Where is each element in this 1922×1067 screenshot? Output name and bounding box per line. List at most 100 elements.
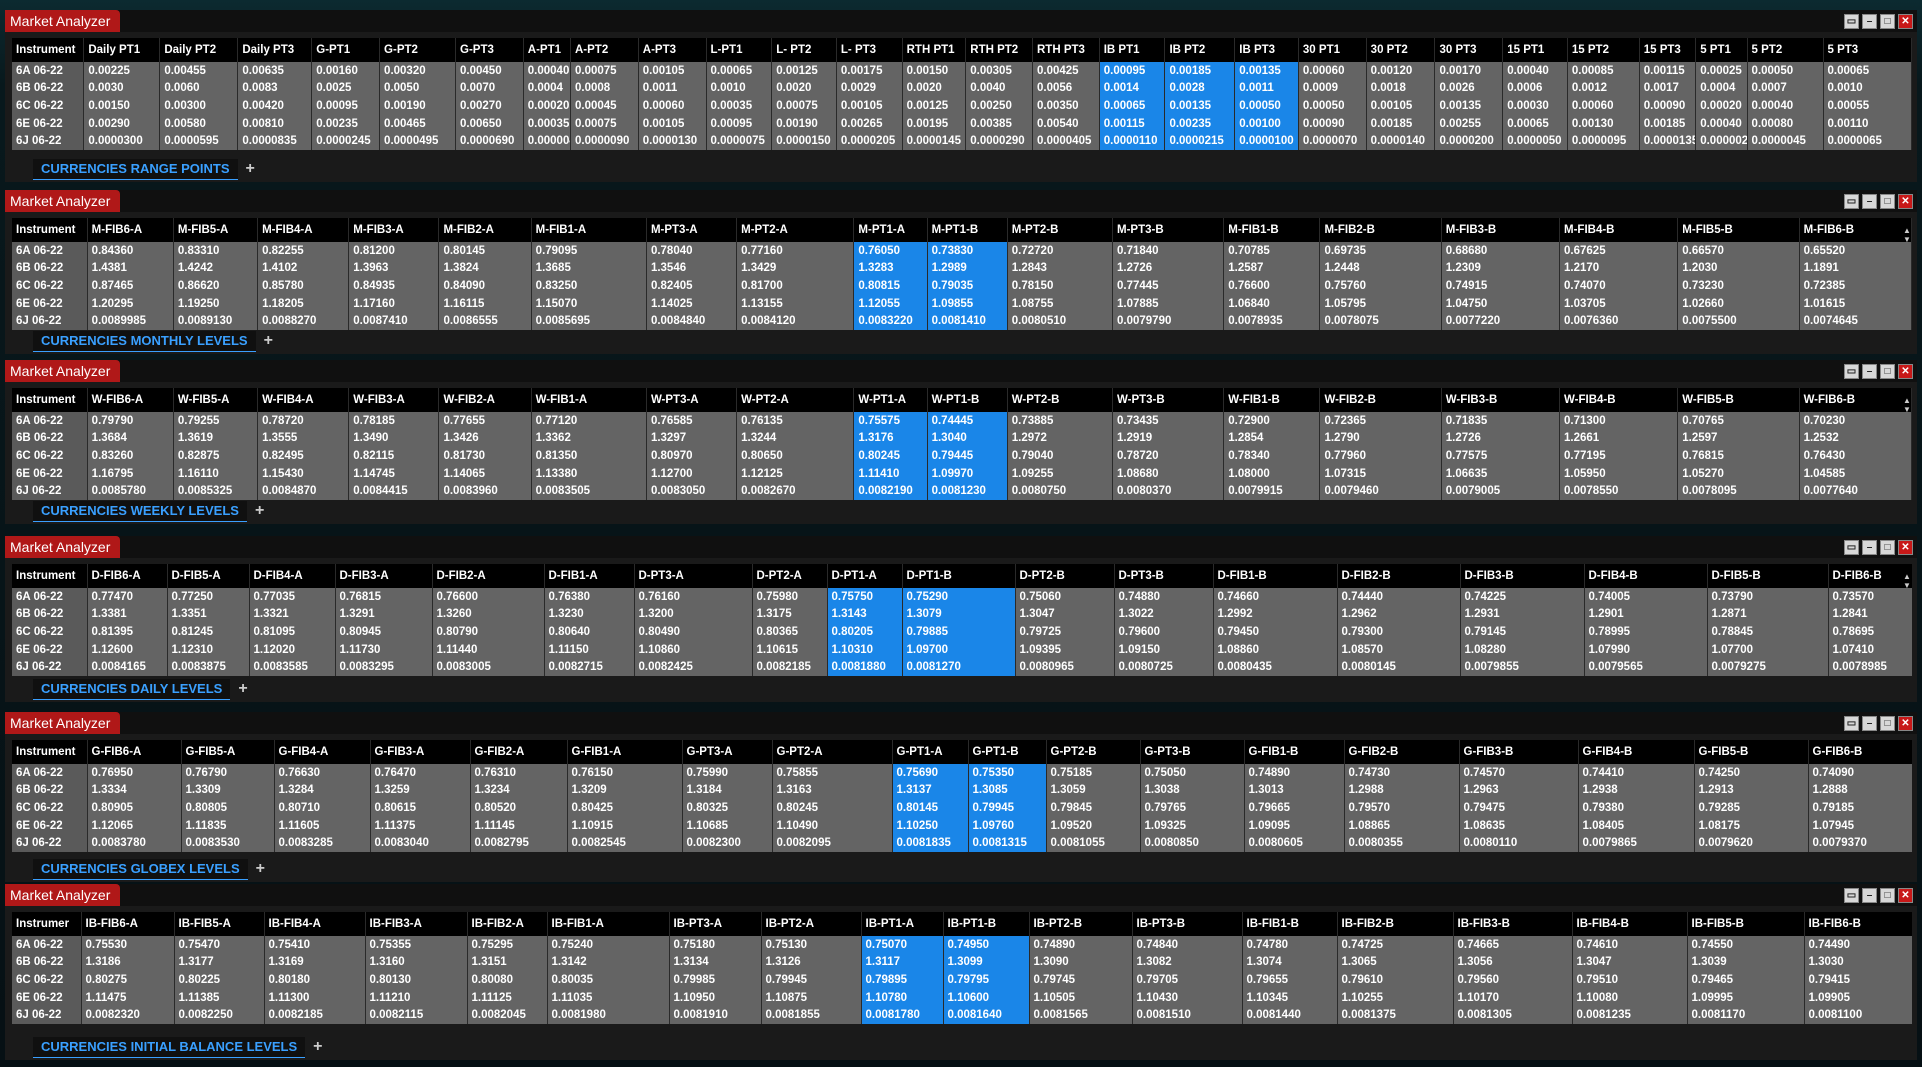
column-header[interactable]: W-FIB2-B bbox=[1319, 388, 1442, 412]
column-header[interactable]: IB-FIB5-A bbox=[174, 912, 265, 936]
value-cell[interactable]: 1.11385 bbox=[174, 988, 265, 1007]
tab-2[interactable]: CURRENCIES WEEKLY LEVELS bbox=[33, 500, 247, 522]
value-cell[interactable]: 0.0079005 bbox=[1441, 482, 1561, 500]
table-row[interactable]: 6C 06-22 0.80275 0.80225 0.80180 0.80130 0.80… bbox=[12, 971, 1912, 989]
value-cell[interactable]: 0.0084840 bbox=[646, 312, 738, 330]
column-header[interactable]: D-FIB2-B bbox=[1337, 564, 1461, 588]
value-cell[interactable]: 0.76600 bbox=[1223, 277, 1321, 295]
column-header[interactable]: RTH PT1 bbox=[902, 38, 967, 62]
value-cell[interactable]: 1.08175 bbox=[1694, 816, 1809, 835]
value-cell[interactable]: 0.75760 bbox=[1319, 277, 1442, 295]
close-button[interactable]: ✕ bbox=[1898, 193, 1913, 209]
value-cell[interactable]: 0.74725 bbox=[1337, 936, 1454, 954]
value-cell[interactable]: 0.0000690 bbox=[455, 132, 524, 150]
value-cell[interactable]: 1.3244 bbox=[736, 429, 855, 448]
value-cell[interactable]: 1.12055 bbox=[853, 294, 928, 313]
value-cell[interactable]: 0.75070 bbox=[861, 936, 944, 954]
value-cell[interactable]: 1.12310 bbox=[167, 640, 250, 659]
value-cell[interactable]: 0.80425 bbox=[567, 799, 683, 817]
value-cell[interactable]: 0.0006 bbox=[1502, 79, 1568, 98]
table-row[interactable]: 6B 06-22 0.0030 0.0060 0.0083 0.0025 0.0050 0.… bbox=[12, 79, 1912, 98]
value-cell[interactable]: 0.0000075 bbox=[706, 132, 773, 150]
value-cell[interactable]: 0.75990 bbox=[682, 764, 773, 782]
value-cell[interactable]: 0.0080355 bbox=[1344, 834, 1460, 852]
value-cell[interactable]: 0.00050 bbox=[1234, 97, 1299, 115]
value-cell[interactable]: 1.04750 bbox=[1441, 294, 1561, 313]
value-cell[interactable]: 0.0074645 bbox=[1799, 312, 1912, 330]
value-cell[interactable]: 1.11730 bbox=[335, 640, 433, 659]
value-cell[interactable]: 0.81730 bbox=[438, 447, 532, 465]
column-header[interactable]: IB-FIB3-B bbox=[1453, 912, 1573, 936]
value-cell[interactable]: 0.74665 bbox=[1453, 936, 1573, 954]
value-cell[interactable]: 0.75180 bbox=[669, 936, 762, 954]
column-header[interactable]: IB-FIB1-B bbox=[1242, 912, 1338, 936]
column-header[interactable]: L-PT1 bbox=[706, 38, 773, 62]
value-cell[interactable]: 0.0081510 bbox=[1132, 1006, 1243, 1024]
value-cell[interactable]: 0.80080 bbox=[467, 971, 548, 989]
column-header[interactable]: G-PT2-A bbox=[772, 740, 893, 764]
column-header[interactable]: RTH PT2 bbox=[965, 38, 1033, 62]
value-cell[interactable]: 1.10170 bbox=[1453, 988, 1573, 1007]
value-cell[interactable]: 1.09150 bbox=[1114, 640, 1214, 659]
value-cell[interactable]: 0.00455 bbox=[159, 62, 239, 80]
value-cell[interactable]: 1.2901 bbox=[1584, 605, 1708, 624]
instrument-cell[interactable]: 6A 06-22 bbox=[12, 936, 82, 954]
value-cell[interactable]: 1.3824 bbox=[438, 259, 532, 278]
value-cell[interactable]: 1.16115 bbox=[438, 294, 532, 313]
value-cell[interactable]: 0.0078075 bbox=[1319, 312, 1442, 330]
value-cell[interactable]: 1.10345 bbox=[1242, 988, 1338, 1007]
value-cell[interactable]: 0.74915 bbox=[1441, 277, 1561, 295]
value-cell[interactable]: 0.0000300 bbox=[83, 132, 161, 150]
column-header[interactable]: D-FIB5-A bbox=[167, 564, 250, 588]
value-cell[interactable]: 0.66570 bbox=[1677, 242, 1800, 260]
value-cell[interactable]: 0.0085325 bbox=[173, 482, 259, 500]
value-cell[interactable]: 0.65520 bbox=[1799, 242, 1912, 260]
value-cell[interactable]: 1.3038 bbox=[1140, 781, 1245, 800]
column-header[interactable]: M-FIB6-B bbox=[1799, 218, 1912, 242]
value-cell[interactable]: 0.75185 bbox=[1046, 764, 1141, 782]
value-cell[interactable]: 0.74005 bbox=[1584, 588, 1708, 606]
value-cell[interactable]: 1.2726 bbox=[1441, 429, 1561, 448]
value-cell[interactable]: 0.80275 bbox=[81, 971, 175, 989]
value-cell[interactable]: 1.3283 bbox=[853, 259, 928, 278]
table-row[interactable]: 6E 06-22 1.20295 1.19250 1.18205 1.17160 1.16… bbox=[12, 294, 1912, 313]
value-cell[interactable]: 0.74570 bbox=[1459, 764, 1579, 782]
value-cell[interactable]: 0.00040 bbox=[1502, 62, 1568, 80]
value-cell[interactable]: 0.0009 bbox=[1298, 79, 1367, 98]
value-cell[interactable]: 0.00030 bbox=[1502, 97, 1568, 115]
value-cell[interactable]: 1.12065 bbox=[87, 816, 182, 835]
column-header[interactable]: Daily PT3 bbox=[237, 38, 313, 62]
column-header[interactable]: IB-PT1-B bbox=[943, 912, 1030, 936]
value-cell[interactable]: 0.72365 bbox=[1319, 412, 1442, 430]
table-row[interactable]: 6C 06-22 0.81395 0.81245 0.81095 0.80945 0.80… bbox=[12, 623, 1912, 641]
value-cell[interactable]: 0.78695 bbox=[1828, 623, 1912, 641]
value-cell[interactable]: 0.00065 bbox=[706, 62, 773, 80]
value-cell[interactable]: 0.00190 bbox=[771, 114, 837, 133]
value-cell[interactable]: 0.78720 bbox=[257, 412, 350, 430]
value-cell[interactable]: 0.0000835 bbox=[237, 132, 313, 150]
column-header[interactable]: IB PT3 bbox=[1234, 38, 1299, 62]
value-cell[interactable]: 0.77575 bbox=[1441, 447, 1561, 465]
value-cell[interactable]: 0.00120 bbox=[1366, 62, 1436, 80]
instrument-cell[interactable]: 6C 06-22 bbox=[12, 799, 88, 817]
value-cell[interactable]: 0.0081640 bbox=[943, 1006, 1030, 1024]
scrollbar[interactable]: ▲ ▼ bbox=[1902, 572, 1912, 590]
window-titlebar[interactable]: Market Analyzer ▭ – □ ✕ bbox=[5, 536, 1917, 558]
value-cell[interactable]: 1.06635 bbox=[1441, 464, 1561, 483]
value-cell[interactable]: 0.00095 bbox=[706, 114, 773, 133]
column-header[interactable]: IB-PT1-A bbox=[861, 912, 944, 936]
value-cell[interactable]: 0.0084870 bbox=[257, 482, 350, 500]
column-header[interactable]: W-FIB4-A bbox=[257, 388, 350, 412]
value-cell[interactable]: 0.79895 bbox=[861, 971, 944, 989]
value-cell[interactable]: 0.80650 bbox=[736, 447, 855, 465]
value-cell[interactable]: 0.0080510 bbox=[1007, 312, 1114, 330]
value-cell[interactable]: 0.74660 bbox=[1213, 588, 1338, 606]
value-cell[interactable]: 0.74890 bbox=[1029, 936, 1133, 954]
value-cell[interactable]: 0.73885 bbox=[1007, 412, 1114, 430]
value-cell[interactable]: 0.74890 bbox=[1244, 764, 1345, 782]
instrument-cell[interactable]: 6A 06-22 bbox=[12, 62, 85, 80]
add-tab-button[interactable]: + bbox=[264, 332, 273, 350]
value-cell[interactable]: 1.2888 bbox=[1808, 781, 1912, 800]
restore-button[interactable]: ▭ bbox=[1844, 887, 1859, 903]
value-cell[interactable]: 0.0000045 bbox=[1747, 132, 1824, 150]
